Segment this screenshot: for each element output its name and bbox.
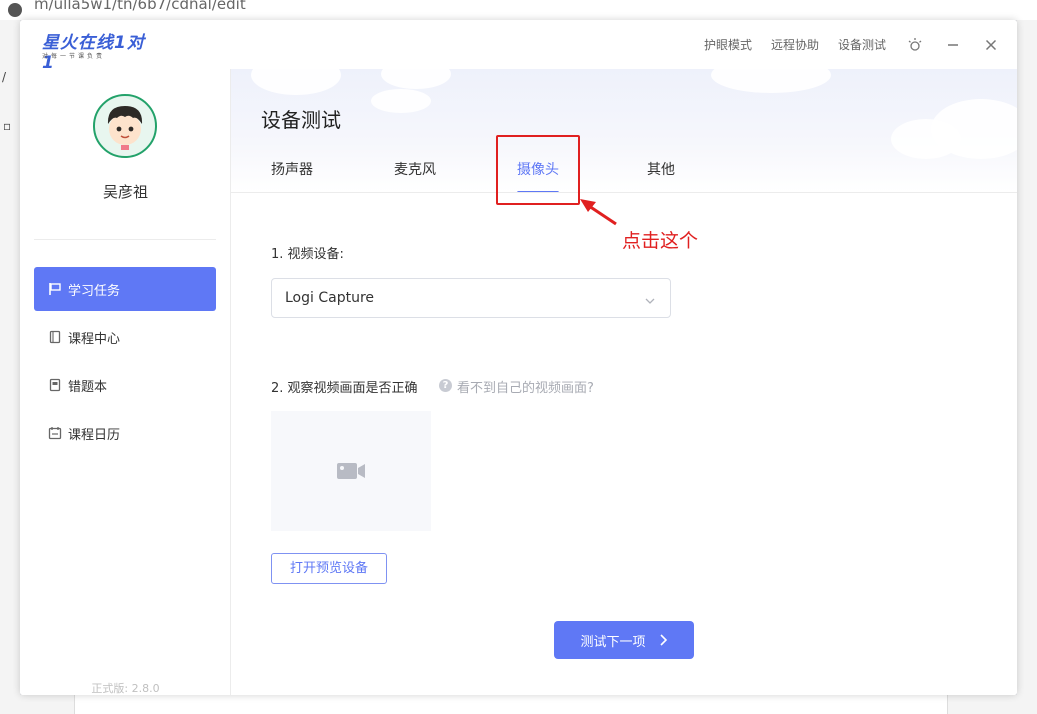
background-document bbox=[74, 695, 948, 714]
next-test-button[interactable]: 测试下一项 bbox=[554, 621, 694, 659]
cloud-decoration bbox=[371, 89, 431, 113]
page-title: 设备测试 bbox=[261, 108, 341, 132]
sidebar-item-label: 课程日历 bbox=[68, 427, 121, 443]
lightbulb-icon[interactable] bbox=[905, 35, 925, 55]
cloud-decoration bbox=[711, 69, 831, 93]
cloud-decoration bbox=[251, 69, 341, 95]
tab-other[interactable]: 其他 bbox=[647, 159, 675, 179]
app-version: 正式版: 2.8.0 bbox=[91, 682, 160, 695]
close-icon[interactable] bbox=[981, 35, 1001, 55]
sidebar-divider bbox=[34, 239, 216, 240]
annotation-highlight-box bbox=[496, 135, 580, 205]
annotation-text: 点击这个 bbox=[622, 230, 699, 252]
sidebar-item-mistake-book[interactable]: 错题本 bbox=[34, 363, 216, 407]
globe-icon bbox=[8, 3, 22, 17]
chevron-down-icon bbox=[644, 292, 656, 304]
book-icon bbox=[47, 329, 63, 345]
avatar[interactable] bbox=[93, 94, 157, 158]
background-editor-right bbox=[1017, 20, 1037, 714]
app-logo: 星火在线1对1 对每一节课负责 bbox=[42, 28, 152, 73]
user-name: 吴彦祖 bbox=[102, 183, 148, 201]
remote-assist-link[interactable]: 远程协助 bbox=[771, 36, 819, 53]
minimize-icon[interactable] bbox=[943, 35, 963, 55]
video-camera-icon bbox=[337, 463, 365, 479]
browser-url: m/ulla5w1/tn/6b7/cdnal/edit bbox=[34, 0, 246, 13]
eye-care-mode-link[interactable]: 护眼模式 bbox=[704, 36, 752, 53]
header-banner: 设备测试 扬声器 麦克风 摄像头 其他 bbox=[231, 69, 1017, 193]
sidebar-item-course-center[interactable]: 课程中心 bbox=[34, 315, 216, 359]
question-icon[interactable]: ? bbox=[439, 379, 452, 392]
sidebar-item-label: 错题本 bbox=[68, 379, 108, 395]
sidebar-menu: 学习任务 课程中心 错题本 课程日历 bbox=[34, 267, 216, 459]
background-editor-bottom bbox=[20, 695, 1017, 714]
calendar-icon bbox=[47, 425, 63, 441]
chevron-right-icon bbox=[658, 634, 668, 646]
main-content: 设备测试 扬声器 麦克风 摄像头 其他 1. 视频设备: Logi Captur… bbox=[231, 69, 1017, 695]
logo-slogan: 对每一节课负责 bbox=[42, 53, 106, 60]
open-preview-button[interactable]: 打开预览设备 bbox=[271, 553, 387, 584]
sidebar-item-label: 学习任务 bbox=[68, 283, 121, 299]
cloud-decoration bbox=[381, 69, 451, 89]
no-video-help-link[interactable]: 看不到自己的视频画面? bbox=[457, 377, 594, 396]
slash-glyph: / bbox=[2, 70, 7, 84]
cloud-decoration bbox=[891, 119, 961, 159]
next-test-label: 测试下一项 bbox=[580, 634, 646, 650]
title-bar: 星火在线1对1 对每一节课负责 护眼模式 远程协助 设备测试 bbox=[20, 20, 1017, 73]
background-editor-left: / ▫ bbox=[0, 20, 20, 714]
app-window: 星火在线1对1 对每一节课负责 护眼模式 远程协助 设备测试 吴彦祖 学习任务 … bbox=[20, 20, 1017, 695]
title-bar-actions: 护眼模式 远程协助 设备测试 bbox=[704, 20, 1017, 69]
video-device-select[interactable]: Logi Capture bbox=[271, 278, 671, 318]
video-device-value: Logi Capture bbox=[285, 290, 375, 306]
device-test-link[interactable]: 设备测试 bbox=[838, 36, 886, 53]
tab-speaker[interactable]: 扬声器 bbox=[271, 159, 313, 179]
video-preview bbox=[271, 411, 431, 531]
sidebar: 吴彦祖 学习任务 课程中心 错题本 课程日历 正式版: 2.8.0 bbox=[20, 69, 231, 695]
sidebar-item-label: 课程中心 bbox=[68, 331, 121, 347]
tab-microphone[interactable]: 麦克风 bbox=[394, 159, 436, 179]
video-device-label: 1. 视频设备: bbox=[271, 247, 344, 262]
annotation-arrow-icon bbox=[580, 199, 617, 226]
device-tabs: 扬声器 麦克风 摄像头 其他 bbox=[231, 159, 1017, 192]
flag-icon bbox=[47, 281, 63, 297]
sidebar-item-learning-tasks[interactable]: 学习任务 bbox=[34, 267, 216, 311]
sidebar-item-course-calendar[interactable]: 课程日历 bbox=[34, 411, 216, 455]
notebook-icon bbox=[47, 377, 63, 393]
observe-video-label: 2. 观察视频画面是否正确 bbox=[271, 381, 418, 396]
save-icon: ▫ bbox=[3, 119, 12, 133]
browser-address-bar: m/ulla5w1/tn/6b7/cdnal/edit bbox=[0, 0, 1037, 20]
